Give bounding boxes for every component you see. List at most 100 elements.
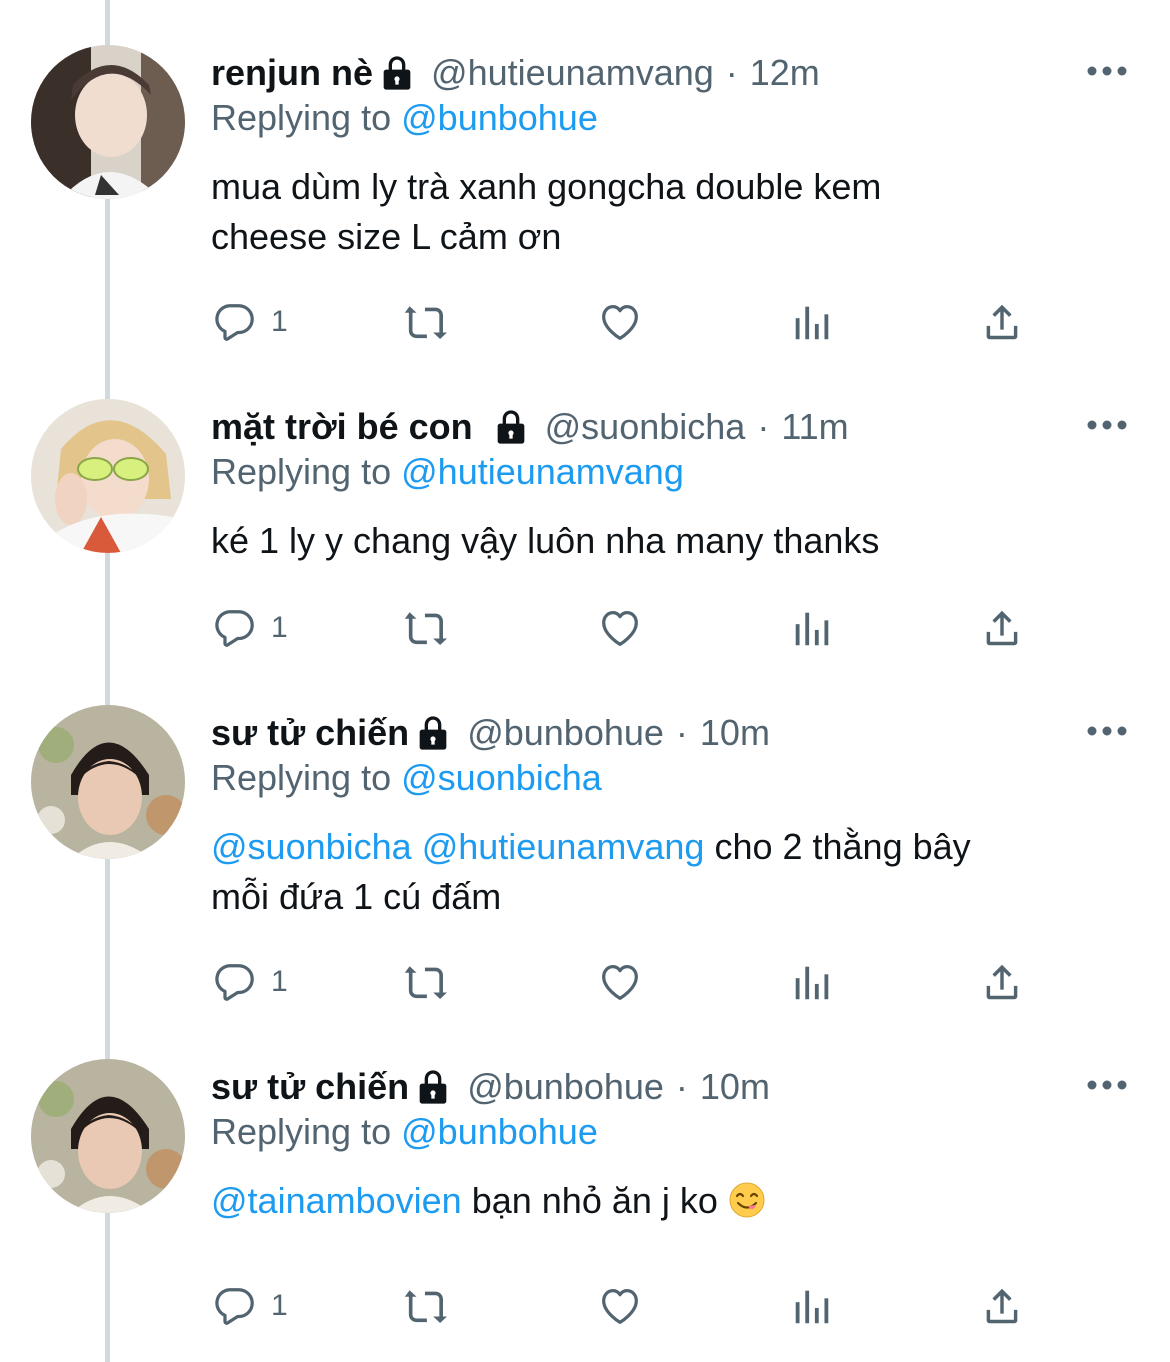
reply-icon — [211, 1283, 257, 1329]
timestamp[interactable]: 11m — [781, 406, 848, 448]
like-icon — [597, 1283, 643, 1329]
more-icon[interactable] — [1085, 719, 1129, 743]
like-icon — [597, 605, 643, 651]
like-button[interactable] — [597, 957, 643, 1007]
timestamp[interactable]: 10m — [700, 712, 770, 754]
reply-button[interactable]: 1 — [211, 297, 288, 347]
like-button[interactable] — [597, 297, 643, 347]
reply-count: 1 — [271, 1289, 288, 1322]
tweet-text-line: mỗi đứa 1 cú đấm — [211, 876, 502, 917]
tweet-text-segment: bạn nhỏ ăn j ko — [471, 1180, 718, 1221]
share-icon — [979, 1283, 1025, 1329]
analytics-button[interactable] — [789, 957, 835, 1007]
reply-button[interactable]: 1 — [211, 1281, 288, 1331]
like-icon — [597, 959, 643, 1005]
reply-icon — [211, 959, 257, 1005]
reply-count: 1 — [271, 305, 288, 338]
like-button[interactable] — [597, 603, 643, 653]
retweet-button[interactable] — [401, 957, 447, 1007]
more-icon[interactable] — [1085, 413, 1129, 437]
more-icon[interactable] — [1085, 59, 1129, 83]
replying-to-mention[interactable]: @hutieunamvang — [401, 451, 684, 492]
lock-icon — [413, 713, 453, 753]
retweet-icon — [401, 605, 447, 651]
mention-link[interactable]: @tainambovien — [211, 1180, 462, 1221]
replying-to-mention[interactable]: @bunbohue — [401, 97, 598, 138]
timestamp[interactable]: 10m — [700, 1066, 770, 1108]
analytics-icon — [789, 299, 835, 345]
tweet-text-line: mua dùm ly trà xanh gongcha double kem — [211, 166, 882, 207]
retweet-icon — [401, 299, 447, 345]
more-icon[interactable] — [1085, 1073, 1129, 1097]
tweet-text-line: ké 1 ly y chang vậy luôn nha many thanks — [211, 520, 880, 561]
analytics-button[interactable] — [789, 297, 835, 347]
avatar[interactable] — [31, 1059, 185, 1213]
separator-dot: · — [725, 52, 738, 93]
share-icon — [979, 299, 1025, 345]
display-name[interactable]: renjun nè — [211, 52, 373, 94]
reply-icon — [211, 299, 257, 345]
replying-to: Replying to @bunbohue — [211, 97, 598, 139]
share-button[interactable] — [979, 603, 1025, 653]
separator-dot: · — [675, 712, 688, 753]
lock-icon — [491, 407, 531, 447]
like-button[interactable] — [597, 1281, 643, 1331]
display-name[interactable]: mặt trời bé con — [211, 406, 473, 448]
tweet-text: mua dùm ly trà xanh gongcha double kem c… — [211, 162, 1111, 262]
replying-to: Replying to @hutieunamvang — [211, 451, 684, 493]
tweet-text-line: cheese size L cảm ơn — [211, 216, 562, 257]
user-handle[interactable]: @bunbohue — [467, 1066, 664, 1108]
replying-to: Replying to @suonbicha — [211, 757, 602, 799]
replying-to: Replying to @bunbohue — [211, 1111, 598, 1153]
avatar[interactable] — [31, 399, 185, 553]
tweet-actions: 1 — [211, 297, 1041, 347]
share-button[interactable] — [979, 297, 1025, 347]
tweet-text: @tainambovien bạn nhỏ ăn j ko — [211, 1176, 1111, 1226]
mention-link[interactable]: @suonbicha — [211, 826, 412, 867]
replying-to-mention[interactable]: @suonbicha — [401, 757, 602, 798]
analytics-button[interactable] — [789, 1281, 835, 1331]
tweet-header: sư tử chiến @bunbohue · 10m — [211, 705, 770, 761]
tweet-text-line: @suonbicha @hutieunamvang cho 2 thằng bâ… — [211, 822, 1111, 872]
reply-button[interactable]: 1 — [211, 603, 288, 653]
retweet-button[interactable] — [401, 603, 447, 653]
analytics-icon — [789, 959, 835, 1005]
tweet-text: ké 1 ly y chang vậy luôn nha many thanks — [211, 516, 1111, 566]
tweet-actions: 1 — [211, 957, 1041, 1007]
analytics-icon — [789, 1283, 835, 1329]
analytics-icon — [789, 605, 835, 651]
tweet-text-segment: cho 2 thằng bây — [714, 826, 971, 867]
user-handle[interactable]: @hutieunamvang — [431, 52, 714, 94]
tweet-text: @suonbicha @hutieunamvang cho 2 thằng bâ… — [211, 822, 1111, 922]
tweet-text-line: @tainambovien bạn nhỏ ăn j ko — [211, 1176, 1111, 1226]
yum-face-emoji — [728, 1181, 766, 1219]
replying-to-label: Replying to — [211, 757, 392, 798]
tweet-actions: 1 — [211, 1281, 1041, 1331]
lock-icon — [377, 53, 417, 93]
display-name[interactable]: sư tử chiến — [211, 712, 409, 754]
analytics-button[interactable] — [789, 603, 835, 653]
tweet-header: sư tử chiến @bunbohue · 10m — [211, 1059, 770, 1115]
timestamp[interactable]: 12m — [750, 52, 820, 94]
share-button[interactable] — [979, 1281, 1025, 1331]
display-name[interactable]: sư tử chiến — [211, 1066, 409, 1108]
like-icon — [597, 299, 643, 345]
retweet-icon — [401, 959, 447, 1005]
lock-icon — [413, 1067, 453, 1107]
avatar[interactable] — [31, 705, 185, 859]
tweet-header: renjun nè @hutieunamvang · 12m — [211, 45, 820, 101]
reply-count: 1 — [271, 965, 288, 998]
user-handle[interactable]: @suonbicha — [545, 406, 746, 448]
replying-to-label: Replying to — [211, 97, 392, 138]
user-handle[interactable]: @bunbohue — [467, 712, 664, 754]
tweet-header: mặt trời bé con @suonbicha · 11m — [211, 399, 849, 455]
retweet-button[interactable] — [401, 297, 447, 347]
mention-link[interactable]: @hutieunamvang — [422, 826, 705, 867]
avatar[interactable] — [31, 45, 185, 199]
replying-to-mention[interactable]: @bunbohue — [401, 1111, 598, 1152]
share-button[interactable] — [979, 957, 1025, 1007]
retweet-icon — [401, 1283, 447, 1329]
retweet-button[interactable] — [401, 1281, 447, 1331]
share-icon — [979, 959, 1025, 1005]
reply-button[interactable]: 1 — [211, 957, 288, 1007]
